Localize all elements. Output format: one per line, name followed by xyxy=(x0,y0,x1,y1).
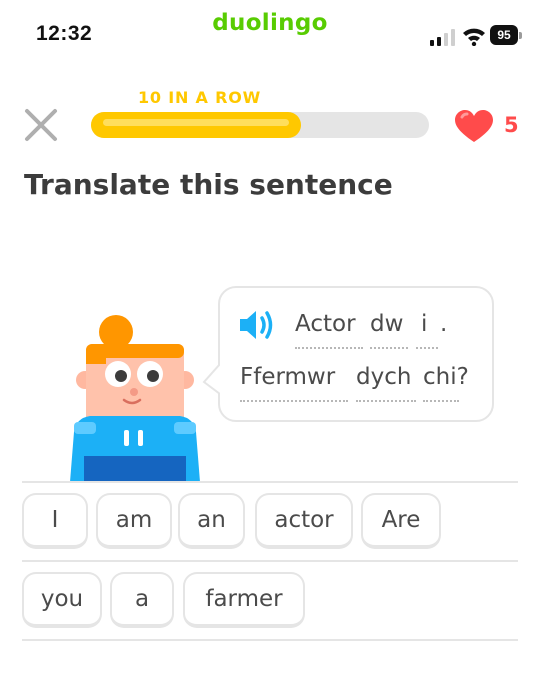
prompt-word[interactable]: Ffermwr xyxy=(240,364,335,390)
page-title: Translate this sentence xyxy=(24,168,393,201)
word-tile-an[interactable]: an xyxy=(178,493,245,549)
close-icon[interactable] xyxy=(22,106,60,144)
word-tile-farmer[interactable]: farmer xyxy=(183,572,305,628)
answer-line xyxy=(22,639,518,641)
heart-icon xyxy=(455,110,493,142)
word-underline xyxy=(356,400,416,402)
battery-icon: 95 xyxy=(490,25,523,45)
word-underline xyxy=(370,347,408,349)
duolingo-logo: duolingo xyxy=(212,10,328,36)
word-underline xyxy=(295,347,363,349)
word-underline xyxy=(416,347,438,349)
prompt-punctuation: . xyxy=(440,311,448,337)
word-tile-a[interactable]: a xyxy=(110,572,174,628)
battery-level: 95 xyxy=(490,25,518,45)
answer-line xyxy=(22,560,518,562)
word-tile-you[interactable]: you xyxy=(22,572,102,628)
speaker-icon[interactable] xyxy=(237,307,277,343)
cellular-signal-icon xyxy=(430,29,455,46)
prompt-word[interactable]: dych xyxy=(356,364,411,390)
lesson-progress-bar xyxy=(91,112,429,138)
word-tile-are[interactable]: Are xyxy=(361,493,441,549)
progress-shine xyxy=(103,119,289,126)
prompt-word[interactable]: dw xyxy=(370,311,403,337)
prompt-word[interactable]: chi? xyxy=(423,364,469,390)
word-tile-actor[interactable]: actor xyxy=(255,493,353,549)
prompt-word[interactable]: Actor xyxy=(295,311,356,337)
prompt-word[interactable]: i xyxy=(421,311,427,337)
word-tile-am[interactable]: am xyxy=(96,493,172,549)
word-underline xyxy=(423,400,459,402)
character-illustration xyxy=(70,315,200,482)
word-underline xyxy=(240,400,348,402)
word-tile-i[interactable]: I xyxy=(22,493,88,549)
speech-bubble-tail xyxy=(202,364,224,394)
wifi-icon xyxy=(463,28,485,46)
answer-line xyxy=(22,481,518,483)
streak-label: 10 IN A ROW xyxy=(138,88,262,107)
hearts-count: 5 xyxy=(504,113,519,137)
